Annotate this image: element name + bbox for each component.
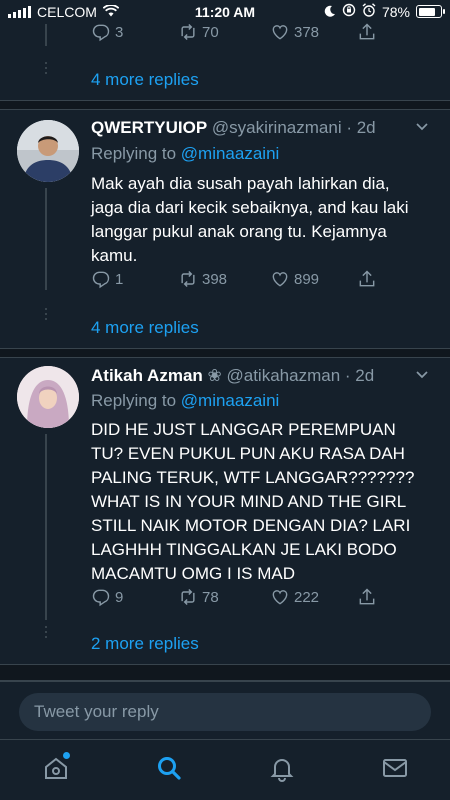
display-name[interactable]: Atikah Azman: [91, 366, 203, 385]
reply-count: 9: [115, 588, 124, 606]
new-content-dot: [63, 752, 70, 759]
tweet-text-line: STILL NAIK MOTOR DENGAN DIA? LARI: [91, 516, 411, 535]
tweet-text-line: TU? EVEN PUKUL PUN AKU RASA DAH: [91, 444, 405, 463]
heart-icon: [272, 590, 288, 605]
alarm-icon: [362, 3, 376, 20]
share-icon: [359, 588, 375, 605]
retweet-button[interactable]: 78: [178, 587, 219, 607]
chevron-down-icon[interactable]: [414, 366, 430, 387]
share-button[interactable]: [357, 269, 377, 289]
reply-button[interactable]: 9: [91, 587, 123, 607]
replying-to-link[interactable]: @minaazaini: [181, 391, 280, 410]
more-replies-link[interactable]: 4 more replies: [91, 70, 199, 90]
replying-label: Replying to: [91, 391, 181, 410]
replying-label: Replying to: [91, 144, 181, 163]
thread-dots: [45, 62, 47, 77]
reply-button[interactable]: 1: [91, 269, 123, 289]
retweet-count: 78: [202, 588, 219, 606]
thread-dots: [45, 626, 47, 641]
like-count: 222: [294, 588, 320, 606]
like-button[interactable]: 899: [270, 269, 319, 289]
section-divider: [0, 100, 450, 110]
share-icon: [359, 270, 375, 287]
tab-bar: [0, 739, 450, 800]
handle[interactable]: @syakirinazmani · 2d: [212, 118, 376, 137]
retweet-button[interactable]: 398: [178, 269, 227, 289]
thread-line: [45, 188, 47, 290]
chevron-down-icon[interactable]: [414, 118, 430, 139]
avatar[interactable]: [17, 120, 79, 182]
tweet-text: Mak ayah dia susah payah lahirkan dia, j…: [91, 172, 436, 268]
thread-dots: [45, 308, 47, 323]
tweet-text-line: WHAT IS IN YOUR MIND AND THE GIRL: [91, 492, 407, 511]
replying-to: Replying to @minaazaini: [91, 144, 279, 164]
replying-to: Replying to @minaazaini: [91, 391, 279, 411]
battery-icon: [416, 5, 445, 18]
status-bar: CELCOM 11:20 AM 78%: [0, 0, 450, 24]
like-button[interactable]: 222: [270, 587, 319, 607]
display-name[interactable]: QWERTYUIOP: [91, 118, 207, 137]
section-divider: [0, 348, 450, 358]
reply-button[interactable]: 3: [91, 22, 123, 42]
tweet-header: Atikah Azman ❀ @atikahazman · 2d: [91, 366, 374, 386]
tweet-header: QWERTYUIOP @syakirinazmani · 2d: [91, 118, 376, 138]
share-button[interactable]: [357, 587, 377, 607]
tab-notifications[interactable]: [268, 754, 300, 786]
more-replies-link[interactable]: 4 more replies: [91, 318, 199, 338]
reply-input[interactable]: Tweet your reply: [19, 693, 431, 731]
reply-icon: [92, 271, 110, 289]
avatar[interactable]: [17, 366, 79, 428]
tweet-text-line: DID HE JUST LANGGAR PEREMPUAN: [91, 420, 396, 439]
tweet-text-line: MACAMTU OMG I IS MAD: [91, 564, 295, 583]
retweet-icon: [181, 270, 195, 288]
tweet-text-line: LAGHHH TINGGALKAN JE LAKI BODO: [91, 540, 397, 559]
flower-badge-icon: ❀: [207, 366, 222, 385]
share-button[interactable]: [357, 22, 377, 42]
heart-icon: [272, 25, 288, 40]
tweet-text-line: kamu.: [91, 246, 138, 265]
messages-icon: [383, 759, 407, 777]
search-icon: [158, 757, 181, 780]
rotation-lock-icon: [342, 3, 356, 20]
tweet-text-line: jaga dia dari kecik sebaiknya, and kau l…: [91, 198, 409, 217]
reply-composer: Tweet your reply: [0, 681, 450, 739]
share-icon: [359, 23, 375, 40]
thread-line: [45, 434, 47, 620]
reply-count: 3: [115, 23, 124, 41]
tweet-text-line: Mak ayah dia susah payah lahirkan dia,: [91, 174, 390, 193]
section-divider: [0, 664, 450, 681]
retweet-count: 70: [202, 23, 219, 41]
tweet-text-line: langgar pukul anak orang tu. Kejamnya: [91, 222, 387, 241]
heart-icon: [272, 272, 288, 287]
reply-icon: [92, 589, 110, 607]
retweet-count: 398: [202, 270, 228, 288]
tab-search[interactable]: [155, 754, 187, 786]
notifications-icon: [270, 759, 294, 782]
reply-icon: [92, 24, 110, 42]
tab-messages[interactable]: [381, 754, 413, 786]
retweet-icon: [181, 23, 195, 41]
handle[interactable]: @atikahazman · 2d: [227, 366, 375, 385]
tweet-text: DID HE JUST LANGGAR PEREMPUAN TU? EVEN P…: [91, 418, 436, 586]
thread-line: [45, 24, 47, 46]
replying-to-link[interactable]: @minaazaini: [181, 144, 280, 163]
battery-percent: 78%: [381, 3, 410, 20]
reply-count: 1: [115, 270, 124, 288]
like-count: 378: [294, 23, 320, 41]
retweet-button[interactable]: 70: [178, 22, 219, 42]
moon-icon: [324, 4, 336, 20]
tab-home[interactable]: [42, 752, 74, 786]
more-replies-link[interactable]: 2 more replies: [91, 634, 199, 654]
tweet-text-line: PALING TERUK, WTF LANGGAR???????: [91, 468, 415, 487]
like-count: 899: [294, 270, 320, 288]
retweet-icon: [181, 588, 195, 606]
like-button[interactable]: 378: [270, 22, 319, 42]
